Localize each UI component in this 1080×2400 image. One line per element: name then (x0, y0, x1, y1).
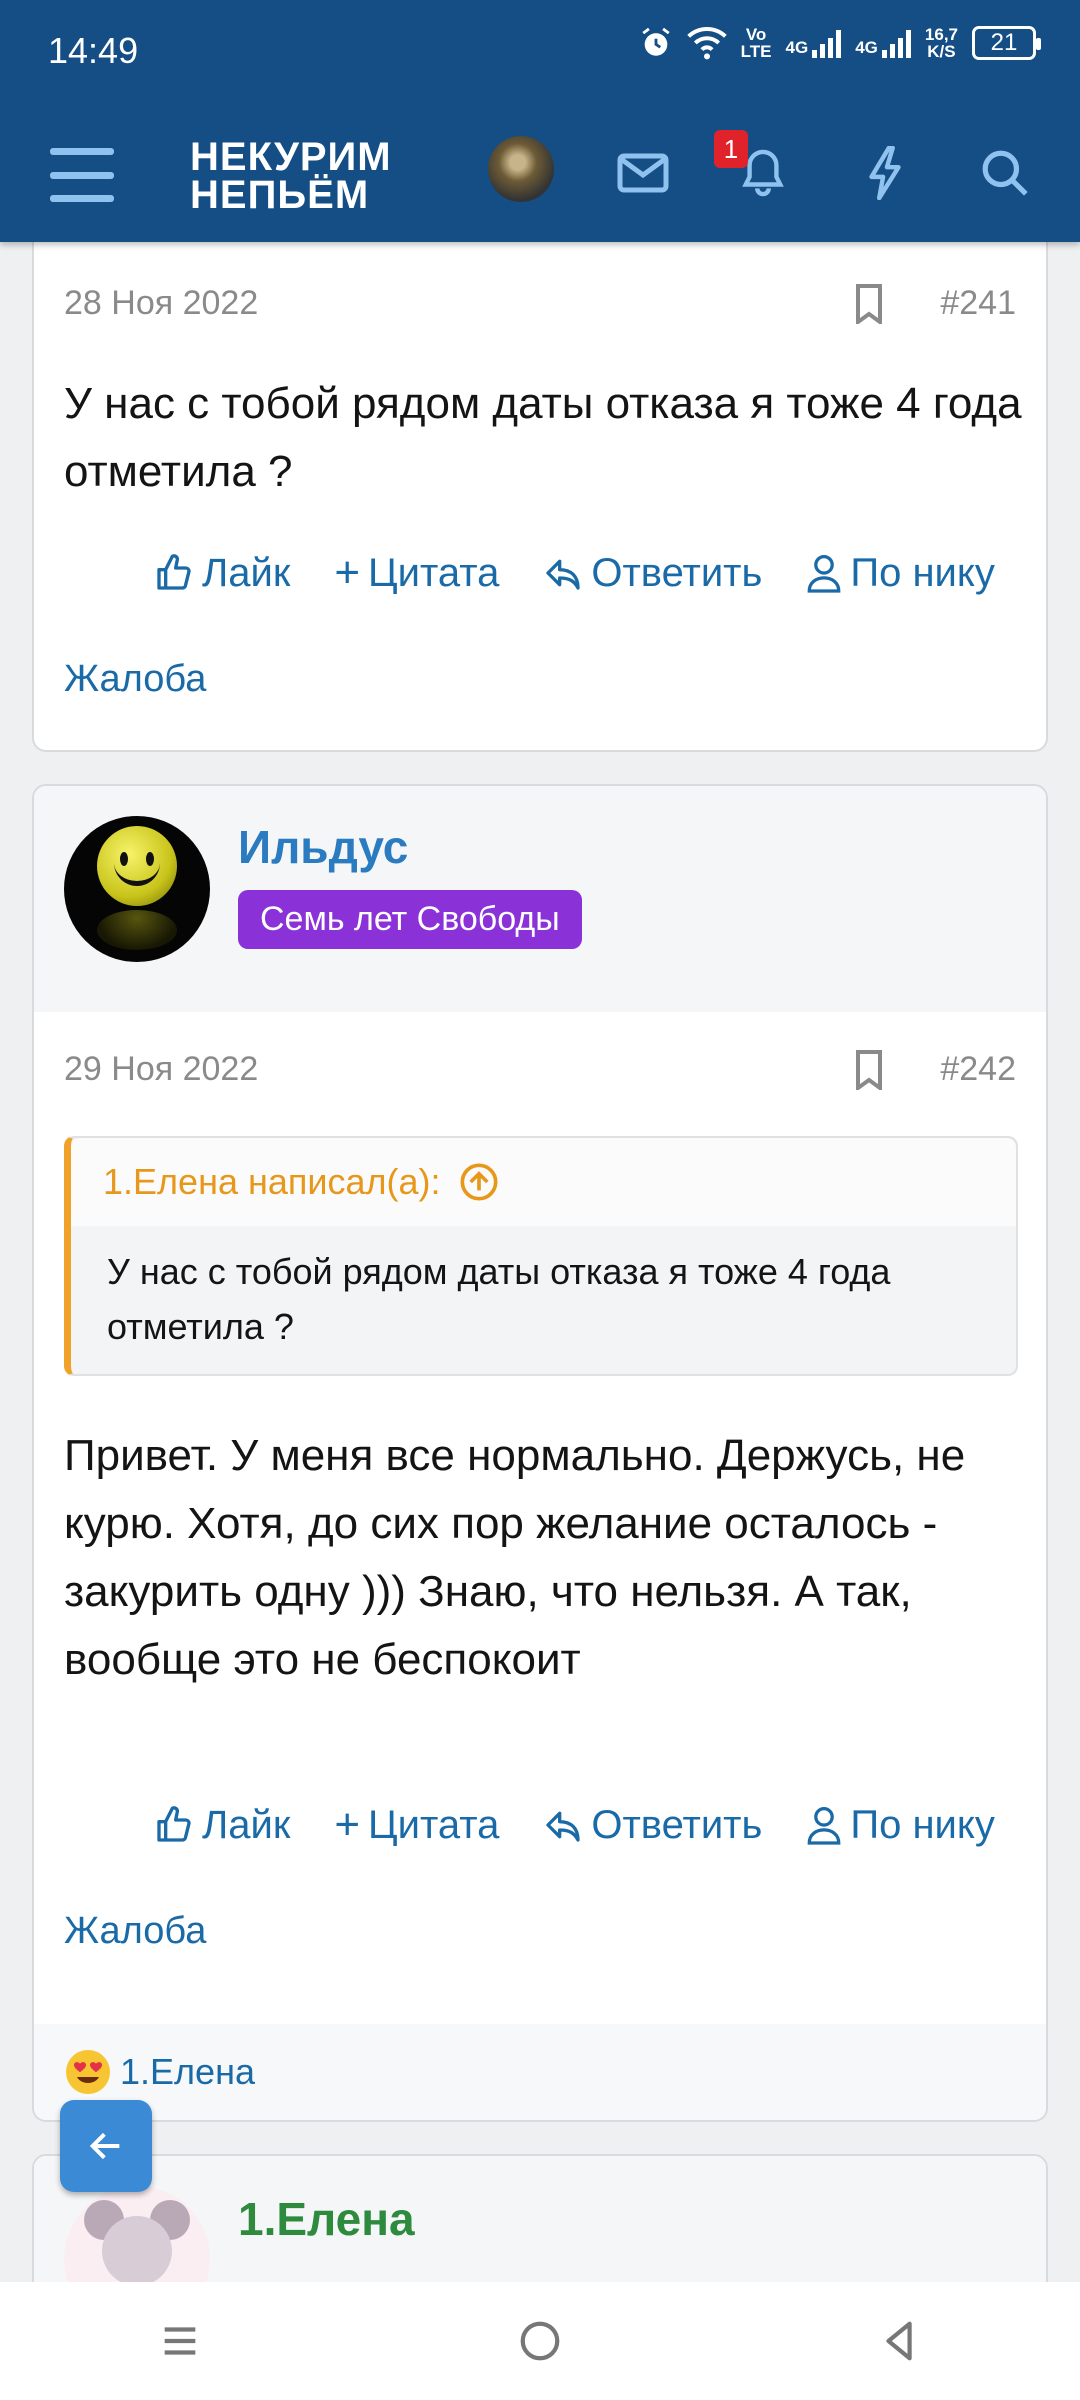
heart-eyes-emoji-icon (66, 2050, 110, 2094)
post-date[interactable]: 28 Ноя 2022 (64, 284, 258, 323)
site-logo[interactable]: НЕКУРИМ НЕПЬЁМ (190, 137, 392, 215)
app-header: 14:49 Vo LTE 4G 4G 16,7 K/S 21 НЕКУРИМ НЕП… (0, 0, 1080, 242)
report-link[interactable]: Жалоба (64, 658, 206, 701)
reaction-user[interactable]: 1.Елена (120, 2051, 255, 2093)
user-avatar[interactable] (488, 136, 554, 202)
wifi-icon (686, 27, 727, 60)
by-nick-button[interactable]: По нику (806, 1803, 995, 1848)
post-number[interactable]: #241 (940, 284, 1016, 323)
post-author-block: Ильдус Семь лет Свободы (34, 786, 1046, 1012)
system-nav-bar (0, 2282, 1080, 2400)
alarm-icon (642, 27, 670, 56)
search-icon[interactable] (976, 144, 1034, 202)
reply-button[interactable]: Ответить (543, 551, 762, 596)
reactions-bar[interactable]: 1.Елена (34, 2024, 1046, 2120)
plus-icon: + (334, 548, 361, 597)
nav-bar: НЕКУРИМ НЕПЬЁМ 1 (0, 108, 1080, 242)
post-text: У нас с тобой рядом даты отказа я тоже 4… (64, 379, 1022, 496)
signal-1: 4G (786, 28, 842, 58)
volte-indicator: Vo LTE (740, 25, 772, 61)
post-242: Ильдус Семь лет Свободы 29 Ноя 2022 #242… (32, 784, 1048, 2122)
lightning-icon[interactable] (856, 144, 914, 202)
net-speed: 16,7 K/S (924, 25, 958, 61)
reply-icon (546, 1811, 581, 1842)
bookmark-icon[interactable] (854, 1050, 884, 1090)
post-actions: Лайк + Цитата Ответить По нику (154, 548, 995, 598)
user-icon (807, 1807, 841, 1845)
author-rank-badge: Семь лет Свободы (238, 890, 582, 949)
user-icon (807, 555, 841, 593)
messages-icon[interactable] (614, 144, 672, 202)
post-text: Привет. У меня все нормально. Держусь, н… (64, 1431, 966, 1684)
battery-indicator: 21 (972, 26, 1041, 60)
back-icon[interactable] (877, 2318, 923, 2364)
quote-text: У нас с тобой рядом даты отказа я тоже 4… (107, 1251, 891, 1347)
post-number[interactable]: #242 (940, 1050, 1016, 1089)
quote-button[interactable]: + Цитата (334, 548, 499, 598)
reply-button[interactable]: Ответить (543, 1803, 762, 1848)
post-date[interactable]: 29 Ноя 2022 (64, 1050, 258, 1089)
by-nick-button[interactable]: По нику (806, 551, 995, 596)
back-fab-button[interactable] (60, 2100, 152, 2192)
menu-icon[interactable] (50, 148, 114, 202)
post-241: 28 Ноя 2022 #241 У нас с тобой рядом дат… (32, 200, 1048, 752)
reply-icon (546, 559, 581, 590)
thumbs-up-icon (157, 554, 191, 590)
quote-author[interactable]: 1.Елена написал(а): (103, 1161, 441, 1203)
recent-apps-icon[interactable] (157, 2318, 203, 2364)
like-button[interactable]: Лайк (154, 1803, 290, 1848)
notification-badge: 1 (714, 130, 748, 168)
arrow-left-icon (89, 2132, 120, 2160)
post-actions: Лайк + Цитата Ответить По нику (154, 1800, 995, 1850)
report-link[interactable]: Жалоба (64, 1910, 206, 1953)
home-icon[interactable] (517, 2318, 563, 2364)
status-bar: 14:49 Vo LTE 4G 4G 16,7 K/S 21 (0, 0, 1080, 108)
arrow-up-circle-icon[interactable] (459, 1162, 499, 1202)
status-time: 14:49 (48, 30, 139, 71)
bookmark-icon[interactable] (854, 284, 884, 324)
signal-2: 4G (855, 28, 911, 58)
author-avatar[interactable] (64, 816, 210, 962)
thumbs-up-icon (157, 1806, 191, 1842)
quote-header[interactable]: 1.Елена написал(а): (71, 1138, 1016, 1226)
like-button[interactable]: Лайк (154, 551, 290, 596)
status-icons: Vo LTE 4G 4G 16,7 K/S 21 (639, 25, 1041, 61)
author-name[interactable]: 1.Елена (238, 2192, 415, 2246)
author-name[interactable]: Ильдус (238, 820, 408, 874)
quote-block: 1.Елена написал(а): У нас с тобой рядом … (64, 1136, 1018, 1376)
quote-button[interactable]: + Цитата (334, 1800, 499, 1850)
plus-icon: + (334, 1800, 361, 1849)
